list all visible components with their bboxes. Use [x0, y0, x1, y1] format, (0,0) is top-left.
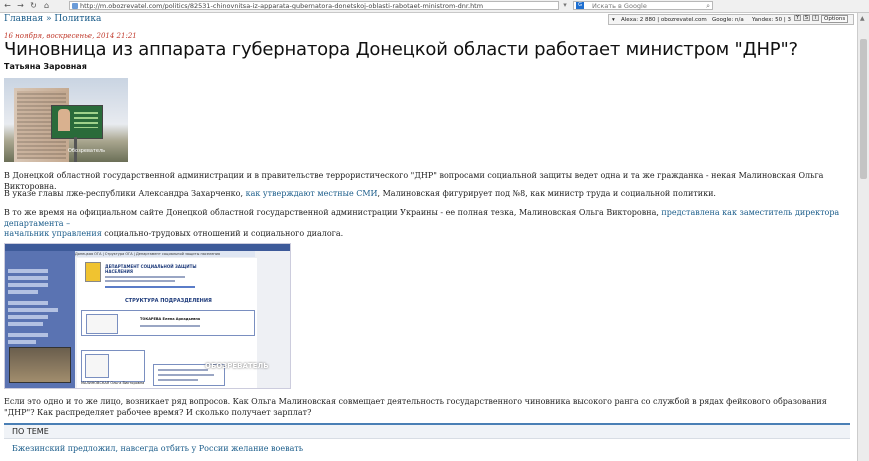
url-text: http://m.obozrevatel.com/politics/82531-… [80, 2, 484, 10]
screenshot-thumbnail [9, 347, 71, 383]
search-input[interactable]: G Искать в Google ⌕ [573, 1, 713, 10]
screenshot-header-bar [5, 244, 290, 251]
home-icon[interactable]: ⌂ [42, 1, 51, 10]
breadcrumb-home-link[interactable]: Главная [4, 14, 43, 24]
google-rank: Google: n/a [712, 17, 744, 23]
forward-icon[interactable]: → [16, 1, 25, 10]
sidebar-line [8, 322, 43, 326]
alexa-rank: Alexa: 2 880 | obozrevatel.com [621, 17, 707, 23]
article-photo[interactable]: Обозреватель [4, 78, 128, 162]
sidebar-line [8, 269, 48, 273]
paragraph-3: В то же время на официальном сайте Донец… [4, 208, 850, 240]
article-title: Чиновница из аппарата губернатора Донецк… [4, 39, 798, 60]
paragraph-2: В указе главы лже-республики Александра … [4, 189, 850, 200]
sidebar-line [8, 315, 48, 319]
breadcrumb: Главная » Политика [4, 14, 101, 24]
options-button[interactable]: Options [821, 15, 849, 23]
screenshot-photo-placeholder [86, 314, 118, 334]
back-icon[interactable]: ← [3, 1, 12, 10]
sidebar-line [8, 308, 58, 312]
coat-of-arms-icon [85, 262, 101, 282]
browser-toolbar: ← → ↻ ⌂ http://m.obozrevatel.com/politic… [0, 0, 869, 13]
page-scrollbar[interactable]: ▲ [857, 13, 869, 461]
screenshot-watermark: ОБОЗРЕВАТЕЛЬ [205, 362, 269, 370]
scroll-up-icon[interactable]: ▲ [860, 15, 865, 22]
screenshot-text-line [158, 369, 208, 371]
sidebar-line [8, 340, 36, 344]
sidebar-line [8, 290, 38, 294]
paragraph-3-text-end: социально-трудовых отношений и социально… [101, 229, 344, 238]
scrollbar-thumb[interactable] [860, 39, 867, 179]
breadcrumb-separator: » [43, 14, 55, 24]
article-author: Татьяна Заровная [4, 62, 87, 71]
info-icon[interactable]: i [812, 15, 819, 21]
screenshot-dept-title: ДЕПАРТАМЕНТ СОЦИАЛЬНОЙ ЗАЩИТЫ НАСЕЛЕНИЯ [105, 264, 197, 274]
related-article-link[interactable]: Бжезинский предложил, навсегда отбить у … [12, 444, 303, 453]
screenshot-malinovska-name: МАЛИНОВСКАЯ Ольга Викторовна [81, 381, 145, 385]
seo-toolbar: ▾ Alexa: 2 880 | obozrevatel.com Google:… [608, 14, 854, 25]
yandex-rank: Yandex: 50 | 3 [752, 17, 791, 23]
seo-s-icon[interactable]: S [803, 15, 810, 21]
yandex-icon[interactable]: Y [794, 15, 801, 21]
screenshot-text-line [105, 286, 195, 288]
screenshot-structure-title: СТРУКТУРА ПОДРАЗДЕЛЕНИЯ [125, 298, 212, 304]
search-placeholder: Искать в Google [592, 2, 647, 10]
screenshot-text-line [105, 276, 185, 278]
sidebar-line [8, 276, 48, 280]
screenshot-text-line [158, 379, 198, 381]
screenshot-text-line [105, 280, 175, 282]
breadcrumb-section-link[interactable]: Политика [54, 14, 101, 24]
dropdown-arrow-icon[interactable]: ▾ [561, 1, 569, 10]
sidebar-line [8, 333, 48, 337]
screenshot-person-box [81, 350, 145, 382]
photo-watermark: Обозреватель [68, 148, 106, 154]
screenshot-director-box: ТОКАРЕВА Елена Аркадьевна [81, 310, 255, 336]
paragraph-2-text-end: , Малиновская фигурирует под №8, как мин… [377, 189, 716, 198]
search-engine-icon[interactable]: G [576, 2, 584, 9]
local-media-link[interactable]: как утверждают местные СМИ [246, 189, 378, 198]
screenshot-photo-placeholder [85, 354, 109, 378]
billboard-illustration [51, 105, 103, 139]
site-favicon-icon [72, 3, 78, 9]
site-screenshot-image[interactable]: Донецкая ОГА | Структура ОГА | Департаме… [4, 243, 291, 389]
screenshot-text-line [158, 374, 214, 376]
sidebar-line [8, 283, 48, 287]
paragraph-3-text-start: В то же время на официальном сайте Донец… [4, 208, 662, 217]
url-bar[interactable]: http://m.obozrevatel.com/politics/82531-… [69, 1, 559, 10]
paragraph-4: Если это одно и то же лицо, возникает ря… [4, 397, 827, 417]
seo-menu-icon[interactable]: ▾ [612, 15, 615, 26]
screenshot-nav-strip: Донецкая ОГА | Структура ОГА | Департаме… [75, 251, 255, 257]
related-heading: ПО ТЕМЕ [4, 423, 850, 439]
reload-icon[interactable]: ↻ [29, 1, 38, 10]
sidebar-line [8, 301, 48, 305]
paragraph-2-text-start: В указе главы лже-республики Александра … [4, 189, 246, 198]
screenshot-text-line [140, 325, 200, 327]
screenshot-director-name: ТОКАРЕВА Елена Аркадьевна [140, 317, 201, 321]
search-icon[interactable]: ⌕ [706, 2, 710, 10]
deputy-director-link-cont[interactable]: начальник управления [4, 229, 102, 238]
